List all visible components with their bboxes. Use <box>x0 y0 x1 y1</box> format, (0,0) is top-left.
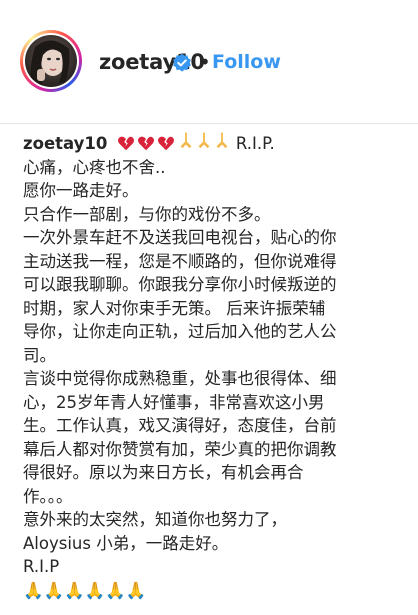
caption-line: 主动送我一程，您是不顺路的，但你说难得 <box>23 251 337 271</box>
caption-emoji-line: 🙏🙏🙏🙏🙏🙏 <box>23 580 147 600</box>
caption-title-line: zoetay10 R.I.P. <box>23 131 408 156</box>
caption-line: Aloysius 小弟，一路走好。 <box>23 533 229 553</box>
avatar[interactable] <box>20 30 82 92</box>
caption-line: 时期，家人对你束手无策。 后来许振荣辅 <box>23 298 326 318</box>
caption-line: 作。。。 <box>23 486 73 506</box>
profile-photo-icon <box>30 40 70 87</box>
caption-line: 意外来的太突然，知道你也努力了， <box>23 510 287 529</box>
caption-line: 生。工作认真，戏又演得好，态度佳，台前 <box>23 416 337 435</box>
caption-line: 一次外景车赶不及送我回电视台，贴心的你 <box>23 228 337 247</box>
verified-badge-icon <box>172 53 192 73</box>
caption-line: 可以跟我聊聊。你跟我分享你小时候叛逆的 <box>23 275 337 294</box>
caption-title-text: R.I.P. <box>235 134 275 153</box>
broken-heart-icon <box>117 134 177 153</box>
post-caption: zoetay10 R.I.P. 心痛，心疼也不舍.. 愿你一路走好。 只合作一部… <box>23 131 408 602</box>
caption-line: R.I.P <box>23 557 60 576</box>
caption-line: 心痛，心疼也不舍.. <box>23 157 166 177</box>
caption-line: 司。 <box>23 345 56 365</box>
caption-line: 只合作一部剧，与你的戏份不多。 <box>23 204 271 224</box>
follow-button[interactable]: Follow <box>212 51 281 73</box>
post-header: zoetay10 • Follow <box>0 0 418 124</box>
avatar-photo <box>25 35 77 87</box>
caption-line: 得很好。原以为来日方长，有机会再合 <box>23 463 304 482</box>
avatar-border <box>23 33 79 89</box>
caption-line: 幕后人都对你赞赏有加，荣少真的把你调教 <box>23 439 337 459</box>
praying-hands-icon <box>177 132 231 153</box>
caption-line: 愿你一路走好。 <box>23 181 139 200</box>
caption-line: 心，25岁年青人好懂事，非常喜欢这小男 <box>23 392 325 412</box>
caption-line: 导你，让你走向正轨，过后加入他的艺人公 <box>23 322 337 341</box>
caption-username[interactable]: zoetay10 <box>23 134 107 153</box>
separator-dot: • <box>199 50 211 74</box>
caption-line: 言谈中觉得你成熟稳重，处事也很得体、细 <box>23 369 337 388</box>
